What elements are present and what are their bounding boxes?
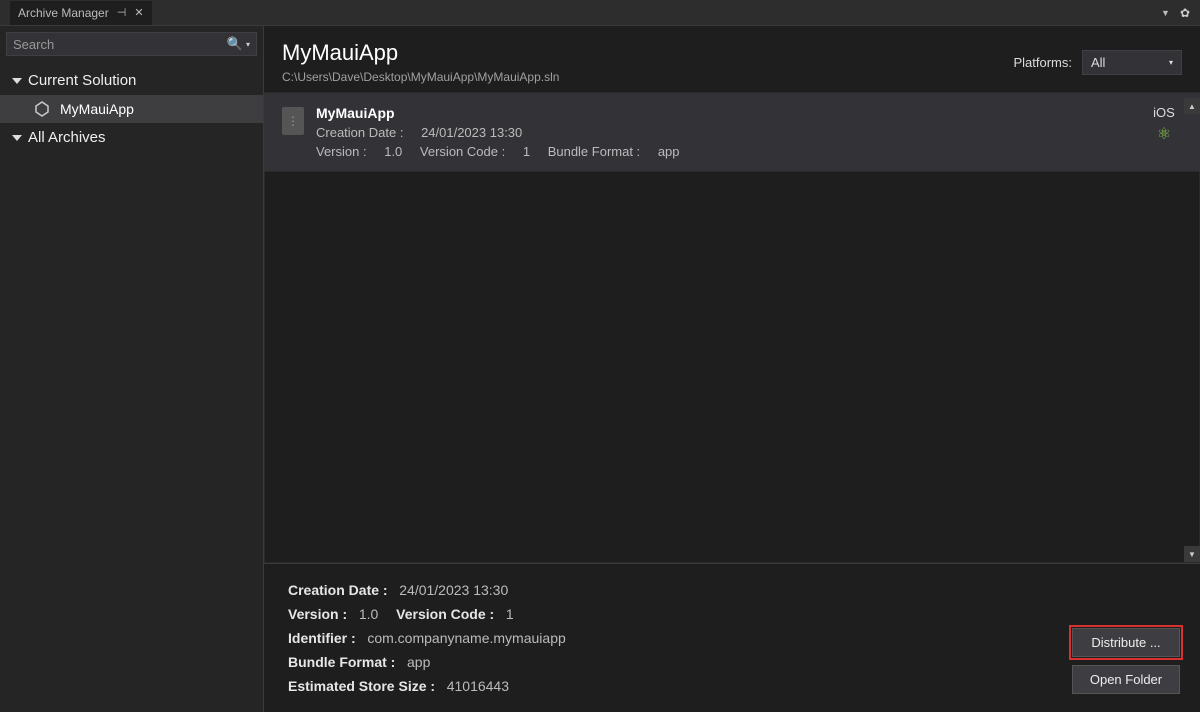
search-icon[interactable]: 🔍 — [224, 36, 246, 52]
platform-label: iOS — [1146, 105, 1182, 120]
project-icon — [34, 101, 50, 117]
scroll-up-button[interactable]: ▲ — [1184, 98, 1200, 114]
search-field[interactable] — [13, 37, 224, 52]
titlebar: Archive Manager ⊣ ✕ ▼ ✿ — [0, 0, 1200, 26]
bundle-format-label: Bundle Format : — [548, 144, 641, 159]
version-label: Version : — [316, 144, 367, 159]
search-input[interactable]: 🔍 ▾ — [6, 32, 257, 56]
detail-identifier-label: Identifier : — [288, 630, 356, 646]
detail-creation-date-label: Creation Date : — [288, 582, 388, 598]
version-code-value: 1 — [523, 144, 530, 159]
distribute-button[interactable]: Distribute ... — [1072, 628, 1180, 657]
pin-icon[interactable]: ⊣ — [117, 6, 127, 19]
solution-path: C:\Users\Dave\Desktop\MyMauiApp\MyMauiAp… — [282, 70, 1013, 84]
detail-creation-date-value: 24/01/2023 13:30 — [399, 582, 508, 598]
close-icon[interactable]: ✕ — [134, 6, 143, 19]
bundle-format-value: app — [658, 144, 680, 159]
chevron-down-icon: ▾ — [1169, 58, 1173, 67]
archive-item[interactable]: MyMauiApp Creation Date : 24/01/2023 13:… — [264, 92, 1200, 172]
detail-bundle-format-value: app — [407, 654, 430, 670]
platforms-dropdown[interactable]: All ▾ — [1082, 50, 1182, 75]
sidebar-item-label: MyMauiApp — [60, 101, 134, 117]
archive-file-icon — [282, 107, 304, 135]
creation-date-label: Creation Date : — [316, 125, 403, 140]
open-folder-button[interactable]: Open Folder — [1072, 665, 1180, 694]
window-dropdown-icon[interactable]: ▼ — [1155, 8, 1176, 18]
platforms-label: Platforms: — [1013, 55, 1072, 70]
detail-estimated-size-value: 41016443 — [447, 678, 509, 694]
chevron-down-icon[interactable]: ▾ — [246, 40, 250, 49]
detail-version-value: 1.0 — [359, 606, 378, 622]
archive-manager-tab[interactable]: Archive Manager ⊣ ✕ — [10, 1, 152, 25]
expander-icon — [12, 78, 22, 84]
tab-title: Archive Manager — [18, 6, 109, 20]
expander-icon — [12, 135, 22, 141]
sidebar-section-all-archives[interactable]: All Archives — [0, 123, 263, 152]
detail-identifier-value: com.companyname.mymauiapp — [367, 630, 565, 646]
archive-details: Creation Date : 24/01/2023 13:30 Version… — [264, 563, 1200, 712]
section-label: Current Solution — [28, 72, 136, 89]
detail-bundle-format-label: Bundle Format : — [288, 654, 395, 670]
ios-icon: ⚛ — [1146, 124, 1182, 144]
archive-name: MyMauiApp — [316, 105, 1134, 121]
sidebar-section-current-solution[interactable]: Current Solution — [0, 66, 263, 95]
detail-version-code-value: 1 — [506, 606, 514, 622]
scroll-down-button[interactable]: ▼ — [1184, 546, 1200, 562]
version-value: 1.0 — [384, 144, 402, 159]
section-label: All Archives — [28, 129, 106, 146]
page-title: MyMauiApp — [282, 40, 1013, 66]
archive-list-area: ▲ ▼ — [264, 172, 1200, 563]
platforms-selected: All — [1091, 55, 1105, 70]
creation-date-value: 24/01/2023 13:30 — [421, 125, 522, 140]
detail-version-label: Version : — [288, 606, 347, 622]
gear-icon[interactable]: ✿ — [1176, 6, 1194, 20]
detail-estimated-size-label: Estimated Store Size : — [288, 678, 435, 694]
version-code-label: Version Code : — [420, 144, 505, 159]
detail-version-code-label: Version Code : — [396, 606, 494, 622]
sidebar: 🔍 ▾ Current Solution MyMauiApp All Archi… — [0, 26, 264, 712]
sidebar-item-mymauiapp[interactable]: MyMauiApp — [0, 95, 263, 123]
